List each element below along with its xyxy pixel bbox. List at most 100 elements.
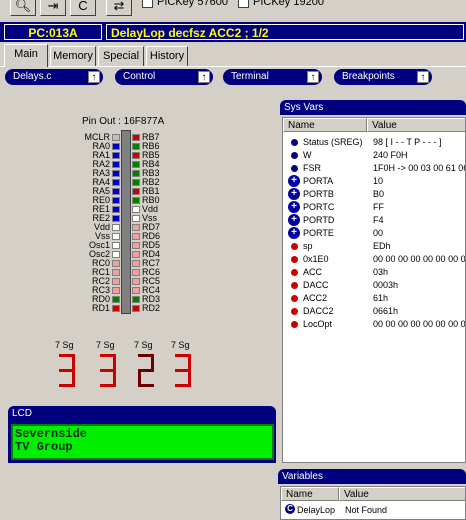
pin-state-rd2[interactable]	[132, 305, 140, 312]
table-row[interactable]: + PORTB B0	[283, 188, 465, 201]
pin-state-ra0[interactable]	[112, 143, 120, 150]
var-value: 61h	[373, 293, 389, 303]
pin-state-re2[interactable]	[112, 215, 120, 222]
arrow-up-icon[interactable]: ↑	[307, 71, 319, 83]
pin-state-vdd[interactable]	[132, 206, 140, 213]
c-icon[interactable]: C	[70, 0, 96, 16]
sysvars-title: Sys Vars	[280, 100, 466, 115]
table-row[interactable]: sp EDh	[283, 240, 465, 253]
table-row[interactable]: ACC2 61h	[283, 292, 465, 305]
breakpoints-dropdown[interactable]: Breakpoints ↑	[334, 69, 432, 85]
table-row[interactable]: 0x1E0 00 00 00 00 00 00 00 00 0	[283, 253, 466, 266]
pin-state-vdd[interactable]	[112, 224, 120, 231]
table-row[interactable]: + PORTA 10	[283, 175, 465, 188]
pin-state-osc2[interactable]	[112, 251, 120, 258]
pin-state-vss[interactable]	[112, 233, 120, 240]
pin-state-ra4[interactable]	[112, 179, 120, 186]
pin-state-rb2[interactable]	[132, 179, 140, 186]
expand-plus-icon[interactable]: +	[288, 227, 300, 239]
pin-state-re1[interactable]	[112, 206, 120, 213]
terminal-dropdown[interactable]: Terminal ↑	[223, 69, 322, 85]
expand-plus-icon[interactable]: +	[288, 201, 300, 213]
link-icon[interactable]: ⇄	[106, 0, 132, 16]
pin-state-rc7[interactable]	[132, 260, 140, 267]
pin-state-rc6[interactable]	[132, 269, 140, 276]
var-name: PORTA	[303, 176, 334, 186]
arrow-up-icon[interactable]: ↑	[417, 71, 429, 83]
pc-display: PC:013A	[4, 24, 102, 40]
sysvars-col-name[interactable]: Name	[283, 118, 367, 132]
expand-plus-icon[interactable]: +	[288, 188, 300, 200]
expand-plus-icon[interactable]: +	[288, 214, 300, 226]
pin-state-osc1[interactable]	[112, 242, 120, 249]
table-row[interactable]: DACC2 0661h	[283, 305, 465, 318]
pin-label-right-rd2: RD2	[142, 303, 161, 313]
pin-state-rd3[interactable]	[132, 296, 140, 303]
var-value: EDh	[373, 241, 391, 251]
pin-state-rc0[interactable]	[112, 260, 120, 267]
pickey-57600-checkbox[interactable]	[142, 0, 153, 8]
pin-state-ra1[interactable]	[112, 152, 120, 159]
red-dot-icon	[291, 308, 298, 315]
blue-dot-icon	[291, 165, 298, 172]
lcd-line-2: TV Group	[15, 440, 73, 454]
pickey-19200-checkbox[interactable]	[238, 0, 249, 8]
tab-history[interactable]: History	[146, 46, 188, 66]
pin-state-rb1[interactable]	[132, 188, 140, 195]
table-row[interactable]: ACC 03h	[283, 266, 465, 279]
pin-state-rb4[interactable]	[132, 161, 140, 168]
table-row[interactable]: C DelayLop Not Found	[281, 504, 465, 517]
table-row[interactable]: DACC 0003h	[283, 279, 465, 292]
var-name: LocOpt	[303, 319, 333, 329]
pin-state-ra2[interactable]	[112, 161, 120, 168]
table-row[interactable]: + PORTD F4	[283, 214, 465, 227]
pin-state-rb7[interactable]	[132, 134, 140, 141]
tab-main[interactable]: Main	[4, 44, 48, 67]
pin-state-rb6[interactable]	[132, 143, 140, 150]
var-name: sp	[303, 241, 313, 251]
pin-state-ra5[interactable]	[112, 188, 120, 195]
pin-state-rc2[interactable]	[112, 278, 120, 285]
variables-col-name[interactable]: Name	[281, 487, 339, 501]
pin-state-rb5[interactable]	[132, 152, 140, 159]
pin-state-rc4[interactable]	[132, 287, 140, 294]
zoom-icon[interactable]: 🔍︎	[10, 0, 36, 16]
tab-memory[interactable]: Memory	[50, 46, 96, 66]
seven-seg-3-segment-d	[138, 384, 154, 387]
expand-plus-icon[interactable]: +	[288, 175, 300, 187]
tab-special[interactable]: Special	[98, 46, 144, 66]
table-row[interactable]: W 240 F0H	[283, 149, 465, 162]
pickey-19200-label: PICKey 19200	[253, 0, 324, 8]
table-row[interactable]: + PORTC FF	[283, 201, 465, 214]
file-dropdown[interactable]: Delays.c ↑	[5, 69, 103, 85]
pin-state-rd6[interactable]	[132, 233, 140, 240]
arrow-up-icon[interactable]: ↑	[198, 71, 210, 83]
table-row[interactable]: FSR 1F0H -> 00 03 00 61 06 0	[283, 162, 465, 175]
red-dot-icon	[291, 243, 298, 250]
table-row[interactable]: + PORTE 00	[283, 227, 465, 240]
pin-state-rc3[interactable]	[112, 287, 120, 294]
pin-state-ra3[interactable]	[112, 170, 120, 177]
table-row[interactable]: Status (SREG) 98 [ I - - T P - - - ]	[283, 136, 465, 149]
pin-state-rd4[interactable]	[132, 251, 140, 258]
pin-state-rd1[interactable]	[112, 305, 120, 312]
pin-state-rd0[interactable]	[112, 296, 120, 303]
pin-state-rc1[interactable]	[112, 269, 120, 276]
table-row[interactable]: LocOpt 00 00 00 00 00 00 00 00 0	[283, 318, 465, 331]
arrow-up-icon[interactable]: ↑	[88, 71, 100, 83]
sysvars-col-value[interactable]: Value	[367, 118, 465, 132]
pin-state-rb3[interactable]	[132, 170, 140, 177]
var-value: 00 00 00 00 00 00 00 00 0	[373, 254, 466, 264]
pin-state-rc5[interactable]	[132, 278, 140, 285]
variables-col-value[interactable]: Value	[339, 487, 465, 501]
pin-state-rd5[interactable]	[132, 242, 140, 249]
variable-value: Not Found	[345, 505, 388, 515]
control-dropdown[interactable]: Control ↑	[115, 69, 213, 85]
breakpoints-dropdown-label: Breakpoints	[342, 71, 395, 82]
pin-state-rd7[interactable]	[132, 224, 140, 231]
pin-state-rb0[interactable]	[132, 197, 140, 204]
pin-state-mclr[interactable]	[112, 134, 120, 141]
pin-state-vss[interactable]	[132, 215, 140, 222]
step-icon[interactable]: ⇥	[40, 0, 66, 16]
pin-state-re0[interactable]	[112, 197, 120, 204]
